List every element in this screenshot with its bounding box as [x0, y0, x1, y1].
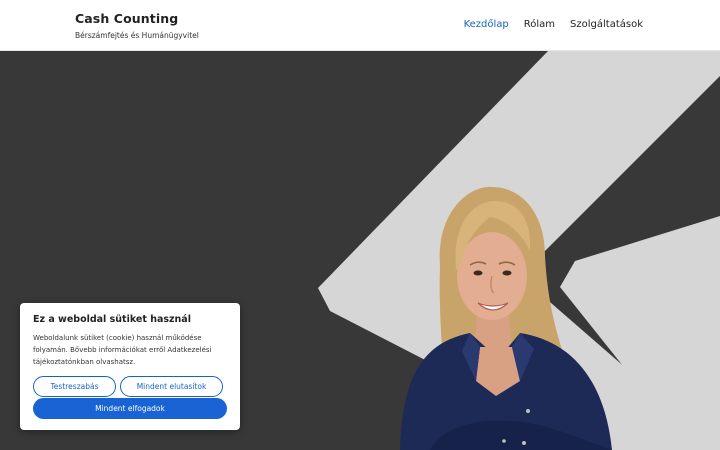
cookie-banner: Ez a weboldal sütiket használ Weboldalun…	[20, 303, 240, 430]
cookie-banner-title: Ez a weboldal sütiket használ	[33, 314, 191, 325]
nav-item-services[interactable]: Szolgáltatások	[570, 19, 643, 30]
nav-item-home[interactable]: Kezdőlap	[464, 19, 509, 30]
reject-all-button[interactable]: Mindent elutasítok	[120, 376, 223, 397]
site-tagline: Bérszámfejtés és Humánügyvitel	[75, 31, 199, 40]
site-title[interactable]: Cash Counting	[75, 11, 178, 26]
accept-all-button[interactable]: Mindent elfogadok	[33, 398, 227, 419]
customize-button[interactable]: Testreszabás	[33, 376, 116, 397]
cookie-banner-text: Weboldalunk sütiket (cookie) használ műk…	[33, 334, 212, 366]
main-nav: Kezdőlap Rólam Szolgáltatások	[464, 19, 643, 30]
nav-item-about[interactable]: Rólam	[524, 19, 555, 30]
site-header: Cash Counting Bérszámfejtés és Humánügyv…	[0, 0, 720, 51]
